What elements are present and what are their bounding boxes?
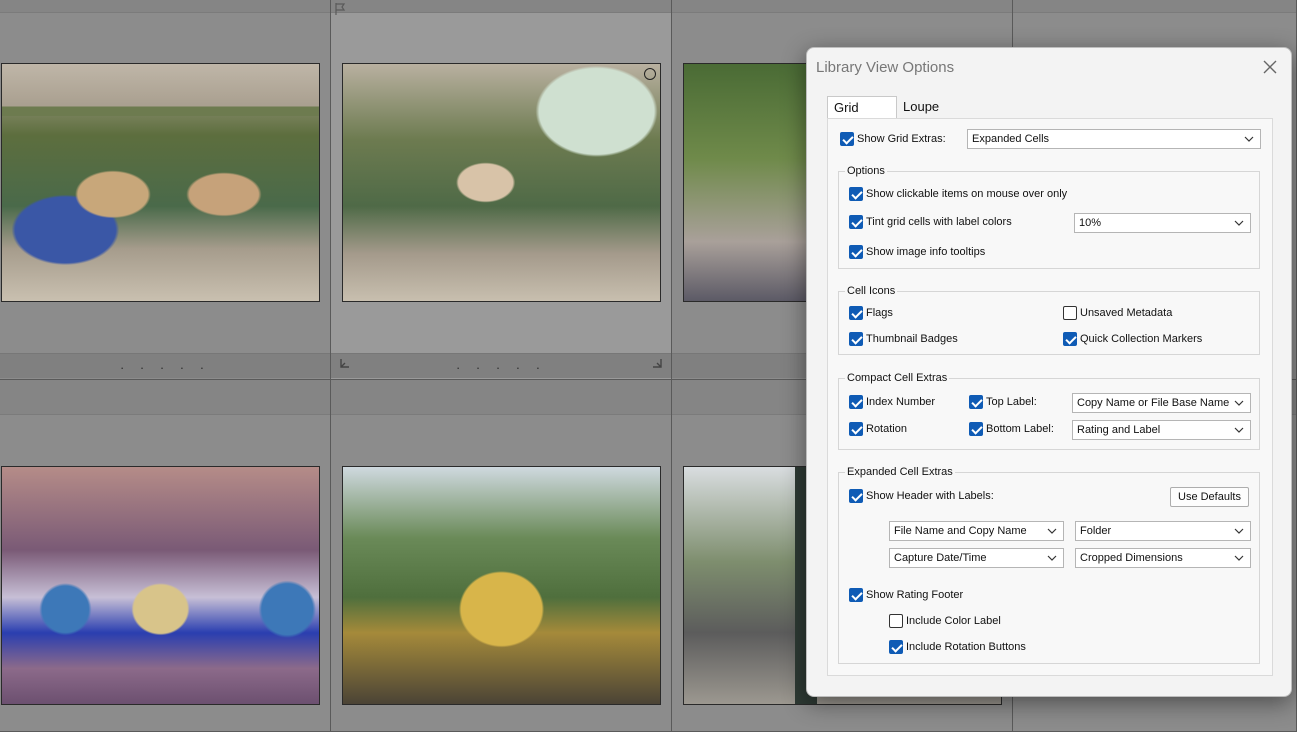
- include-color-label-label: Include Color Label: [906, 615, 1001, 627]
- bottom-label-value: Rating and Label: [1077, 424, 1161, 436]
- bottom-label-select[interactable]: Rating and Label: [1072, 420, 1251, 440]
- grid-cell[interactable]: [331, 380, 672, 732]
- header-field-3-select[interactable]: Capture Date/Time: [889, 548, 1064, 568]
- grid-extras-value: Expanded Cells: [972, 133, 1050, 145]
- show-grid-extras-label: Show Grid Extras:: [857, 133, 946, 145]
- grid-extras-select[interactable]: Expanded Cells: [967, 129, 1261, 149]
- cell-header: [331, 380, 671, 415]
- include-rotation-buttons-label: Include Rotation Buttons: [906, 641, 1026, 653]
- quick-collection-markers-checkbox[interactable]: [1063, 332, 1077, 346]
- flags-label: Flags: [866, 307, 893, 319]
- top-label-value: Copy Name or File Base Name: [1077, 397, 1230, 409]
- unsaved-metadata-checkbox[interactable]: [1063, 306, 1077, 320]
- include-color-label-checkbox[interactable]: [889, 614, 903, 628]
- cell-header: [1013, 0, 1296, 13]
- cell-icons-group: Cell Icons Flags Unsaved Metadata Thumbn…: [838, 284, 1260, 355]
- chevron-down-icon: [1047, 555, 1057, 561]
- clickable-items-checkbox[interactable]: [849, 187, 863, 201]
- top-label-select[interactable]: Copy Name or File Base Name: [1072, 393, 1251, 413]
- cell-icons-group-title: Cell Icons: [845, 284, 898, 298]
- grid-cell[interactable]: [0, 380, 331, 732]
- tab-loupe-view[interactable]: Loupe View: [897, 96, 973, 136]
- header-field-4-select[interactable]: Cropped Dimensions: [1075, 548, 1251, 568]
- include-rotation-buttons-checkbox[interactable]: [889, 640, 903, 654]
- header-field-2-value: Folder: [1080, 525, 1112, 537]
- thumbnail-image[interactable]: [342, 63, 661, 302]
- cell-header: [672, 0, 1012, 13]
- rating-dots[interactable]: · · · · ·: [331, 360, 671, 375]
- thumbnail-image[interactable]: [1, 466, 320, 705]
- rating-footer-checkbox[interactable]: [849, 588, 863, 602]
- rating-dots[interactable]: · · · · ·: [0, 360, 330, 375]
- thumbnail-badges-label: Thumbnail Badges: [866, 333, 958, 345]
- chevron-down-icon: [1234, 427, 1244, 433]
- chevron-down-icon: [1234, 220, 1244, 226]
- quick-collection-markers-label: Quick Collection Markers: [1080, 333, 1203, 345]
- dialog-title: Library View Options: [816, 59, 955, 76]
- close-icon[interactable]: [1261, 58, 1279, 76]
- rotation-checkbox[interactable]: [849, 422, 863, 436]
- options-group-title: Options: [845, 164, 887, 178]
- grid-cell[interactable]: · · · · ·: [0, 0, 331, 380]
- image-tooltips-label: Show image info tooltips: [866, 246, 986, 258]
- show-header-checkbox[interactable]: [849, 489, 863, 503]
- show-header-label: Show Header with Labels:: [866, 490, 994, 502]
- tint-amount-select[interactable]: 10%: [1074, 213, 1251, 233]
- grid-cell-selected[interactable]: · · · · ·: [331, 0, 672, 380]
- rating-footer-label: Show Rating Footer: [866, 589, 964, 601]
- cell-header: [0, 0, 330, 13]
- header-field-3-value: Capture Date/Time: [894, 552, 987, 564]
- top-label-label: Top Label:: [986, 396, 1037, 408]
- rotation-label: Rotation: [866, 423, 907, 435]
- expanded-cell-extras-group: Expanded Cell Extras Show Header with La…: [838, 465, 1260, 664]
- tint-cells-checkbox[interactable]: [849, 215, 863, 229]
- grid-view-panel: Show Grid Extras: Expanded Cells Options…: [827, 118, 1273, 676]
- use-defaults-button[interactable]: Use Defaults: [1170, 487, 1249, 507]
- compact-cell-extras-group: Compact Cell Extras Index Number Rotatio…: [838, 371, 1260, 450]
- show-grid-extras-checkbox[interactable]: [840, 132, 854, 146]
- cell-header: [0, 380, 330, 415]
- rotate-right-icon[interactable]: [649, 356, 665, 372]
- options-group: Options Show clickable items on mouse ov…: [838, 164, 1260, 269]
- top-label-checkbox[interactable]: [969, 395, 983, 409]
- header-field-2-select[interactable]: Folder: [1075, 521, 1251, 541]
- tint-cells-label: Tint grid cells with label colors: [866, 216, 1012, 228]
- index-number-label: Index Number: [866, 396, 936, 408]
- index-number-checkbox[interactable]: [849, 395, 863, 409]
- tab-grid-view[interactable]: Grid View: [827, 96, 897, 137]
- quick-collection-marker-icon[interactable]: [644, 68, 656, 80]
- chevron-down-icon: [1234, 400, 1244, 406]
- thumbnail-image[interactable]: [342, 466, 661, 705]
- header-field-1-select[interactable]: File Name and Copy Name: [889, 521, 1064, 541]
- chevron-down-icon: [1047, 528, 1057, 534]
- expanded-cell-extras-title: Expanded Cell Extras: [845, 465, 955, 479]
- thumbnail-image[interactable]: [1, 63, 320, 302]
- chevron-down-icon: [1244, 136, 1254, 142]
- flag-icon[interactable]: [333, 2, 347, 16]
- bottom-label-label: Bottom Label:: [986, 423, 1054, 435]
- clickable-items-label: Show clickable items on mouse over only: [866, 188, 1068, 200]
- bottom-label-checkbox[interactable]: [969, 422, 983, 436]
- library-view-options-dialog: Library View Options Grid View Loupe Vie…: [806, 47, 1292, 697]
- header-field-4-value: Cropped Dimensions: [1080, 552, 1183, 564]
- thumbnail-badges-checkbox[interactable]: [849, 332, 863, 346]
- image-tooltips-checkbox[interactable]: [849, 245, 863, 259]
- cell-footer: · · · · ·: [331, 353, 671, 378]
- chevron-down-icon: [1234, 528, 1244, 534]
- chevron-down-icon: [1234, 555, 1244, 561]
- flags-checkbox[interactable]: [849, 306, 863, 320]
- cell-header: [331, 0, 671, 13]
- tint-amount-value: 10%: [1079, 217, 1102, 229]
- header-field-1-value: File Name and Copy Name: [894, 525, 1027, 537]
- compact-cell-extras-title: Compact Cell Extras: [845, 371, 950, 385]
- unsaved-metadata-label: Unsaved Metadata: [1080, 307, 1173, 319]
- cell-footer: · · · · ·: [0, 353, 330, 378]
